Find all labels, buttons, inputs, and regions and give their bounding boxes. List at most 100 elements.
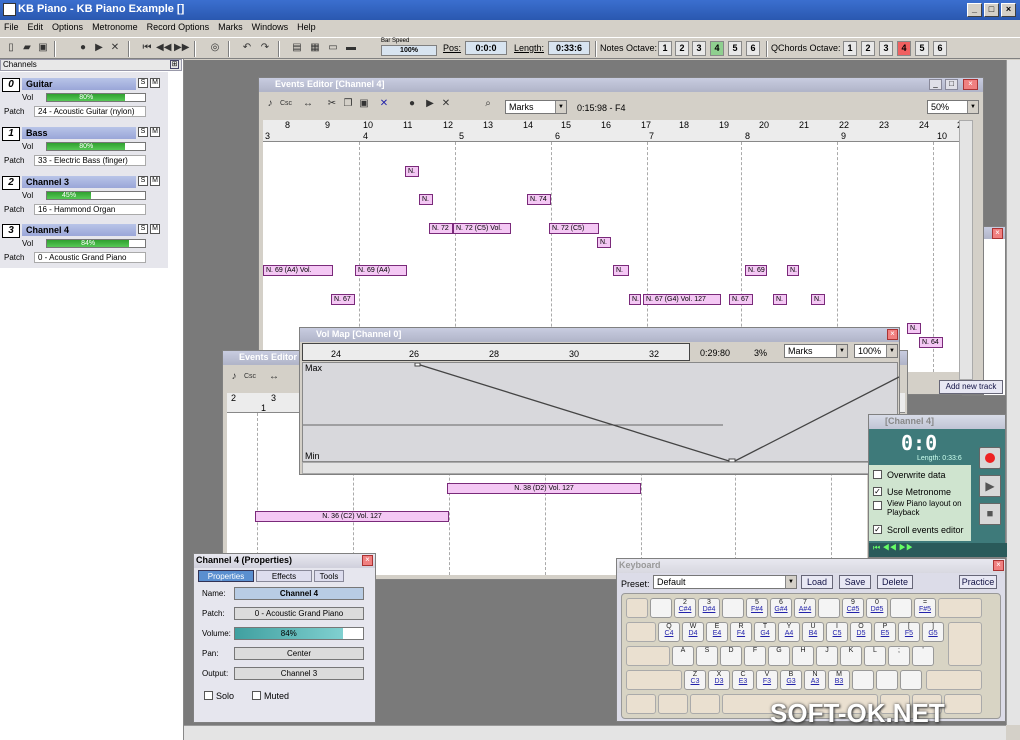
key-'[interactable]: ' xyxy=(912,646,934,666)
close-button[interactable]: × xyxy=(1001,3,1016,17)
stretch-icon[interactable]: ↔ xyxy=(267,370,281,384)
zoom-select[interactable]: 50% ▼ xyxy=(927,100,979,114)
key-blank[interactable] xyxy=(650,598,672,618)
menu-marks[interactable]: Marks xyxy=(214,20,248,32)
key-T[interactable]: T G4 xyxy=(754,622,776,642)
key-5[interactable]: 5 F#4 xyxy=(746,598,768,618)
note-event[interactable]: N. 72 (C5) Vol. xyxy=(453,223,511,234)
channel-3[interactable]: 3 Channel 4 SM Vol 84% Patch 0 - Acousti… xyxy=(2,222,166,268)
channel-name[interactable]: Channel 3 xyxy=(22,176,136,188)
note-event[interactable]: N. 67 xyxy=(729,294,753,305)
note-event[interactable]: N. xyxy=(613,265,629,276)
key-V[interactable]: V F3 xyxy=(756,670,778,690)
key-3[interactable]: 3 D#4 xyxy=(698,598,720,618)
key-alt[interactable] xyxy=(690,694,720,714)
output-field[interactable]: Channel 3 xyxy=(234,667,364,680)
key-O[interactable]: O D5 xyxy=(850,622,872,642)
back-window-close-icon[interactable]: × xyxy=(992,228,1003,239)
note-event[interactable]: N. 64 xyxy=(919,337,943,348)
keyboard-close-icon[interactable]: × xyxy=(993,560,1004,571)
vol-map-close-icon[interactable]: × xyxy=(887,329,898,340)
delete-button[interactable]: Delete xyxy=(877,575,913,589)
key-G[interactable]: G xyxy=(768,646,790,666)
channels-pin-icon[interactable]: ⊞ xyxy=(170,60,179,69)
key-J[interactable]: J xyxy=(816,646,838,666)
key-[[interactable]: [F5 xyxy=(898,622,920,642)
piano-layout-checkbox[interactable] xyxy=(873,501,882,510)
load-button[interactable]: Load xyxy=(801,575,833,589)
key-C[interactable]: C E3 xyxy=(732,670,754,690)
ee-ruler[interactable]: 8 9 10 11 12 13 14 15 16 17 18 19 20 21 … xyxy=(263,120,971,142)
add-new-track-button[interactable]: Add new track xyxy=(939,380,1003,394)
vol-map-graph[interactable]: Max Min xyxy=(302,362,899,463)
key-F[interactable]: F xyxy=(744,646,766,666)
vol-map-ruler[interactable]: 24 26 28 30 32 xyxy=(302,343,690,361)
bar-speed-value[interactable]: 100% xyxy=(381,45,437,56)
mute-toggle[interactable]: M xyxy=(150,78,160,88)
qchords-octave-2[interactable]: 2 xyxy=(861,41,875,56)
stretch-icon[interactable]: ↔ xyxy=(301,97,315,111)
ee-close-icon[interactable]: × xyxy=(963,79,978,90)
play-icon[interactable]: ▶ xyxy=(92,41,106,55)
menu-help[interactable]: Help xyxy=(293,20,321,32)
notes-octave-2[interactable]: 2 xyxy=(675,41,689,56)
new-file-icon[interactable]: ▯ xyxy=(4,41,18,55)
properties-close-icon[interactable]: × xyxy=(362,555,373,566)
key-E[interactable]: E E4 xyxy=(706,622,728,642)
note-event[interactable]: N. xyxy=(811,294,825,305)
key-0[interactable]: 0 D#5 xyxy=(866,598,888,618)
key-][interactable]: ] G5 xyxy=(922,622,944,642)
channel-2[interactable]: 2 Channel 3 SM Vol 45% Patch 16 - Hammon… xyxy=(2,174,166,220)
note-event[interactable]: N. 74 xyxy=(527,194,551,205)
note-event[interactable]: N. 67 (G4) Vol. 127 xyxy=(643,294,721,305)
recorder-transport[interactable]: ⏮ ◀◀ ▶▶ xyxy=(869,543,1007,557)
window-icon[interactable]: ▭ xyxy=(326,41,340,55)
qchords-octave-3[interactable]: 3 xyxy=(879,41,893,56)
stop-icon[interactable]: ✕ xyxy=(108,41,122,55)
menu-windows[interactable]: Windows xyxy=(248,20,294,32)
practice-button[interactable]: Practice xyxy=(959,575,997,589)
channel-1[interactable]: 1 Bass SM Vol 80% Patch 33 - Electric Ba… xyxy=(2,125,166,171)
notes-octave-5[interactable]: 5 xyxy=(728,41,742,56)
volume-bar[interactable]: 80% xyxy=(46,142,146,151)
copy-icon[interactable]: ❐ xyxy=(341,97,355,111)
key-A[interactable]: A xyxy=(672,646,694,666)
note-event[interactable]: N. 69 (A4) Vol. xyxy=(263,265,333,276)
name-field[interactable]: Channel 4 xyxy=(234,587,364,600)
qchords-octave-5[interactable]: 5 xyxy=(915,41,929,56)
key-P[interactable]: P E5 xyxy=(874,622,896,642)
mute-toggle[interactable]: M xyxy=(150,224,160,234)
key-M[interactable]: M B3 xyxy=(828,670,850,690)
chord-tool-icon[interactable]: Csc xyxy=(279,97,293,111)
chord-tool-icon[interactable]: Csc xyxy=(243,370,257,384)
key-7[interactable]: 7 A#4 xyxy=(794,598,816,618)
key-blank[interactable] xyxy=(818,598,840,618)
key-S[interactable]: S xyxy=(696,646,718,666)
solo-toggle[interactable]: S xyxy=(138,127,148,137)
key-ctrl[interactable] xyxy=(626,694,656,714)
metronome-checkbox[interactable]: ✓ xyxy=(873,487,882,496)
key-backspace[interactable] xyxy=(938,598,982,618)
tab-tools[interactable]: Tools xyxy=(314,570,344,582)
volume-bar[interactable]: 45% xyxy=(46,191,146,200)
note-tool-icon[interactable]: ♪ xyxy=(263,97,277,111)
patch-field[interactable]: 0 - Acoustic Grand Piano xyxy=(234,607,364,620)
key-blank[interactable] xyxy=(890,598,912,618)
channel-name[interactable]: Channel 4 xyxy=(22,224,136,236)
ee-maximize-icon[interactable]: □ xyxy=(945,79,958,90)
stop-button[interactable]: ■ xyxy=(979,503,1001,525)
key-U[interactable]: U B4 xyxy=(802,622,824,642)
marks-select[interactable]: Marks ▼ xyxy=(505,100,567,114)
key-N[interactable]: N A3 xyxy=(804,670,826,690)
key-K[interactable]: K xyxy=(840,646,862,666)
notes-octave-6[interactable]: 6 xyxy=(746,41,760,56)
open-folder-icon[interactable]: ▰ xyxy=(20,41,34,55)
key-win[interactable] xyxy=(658,694,688,714)
note-event[interactable]: N. 69 xyxy=(745,265,767,276)
menu-edit[interactable]: Edit xyxy=(24,20,49,32)
menu-metronome[interactable]: Metronome xyxy=(88,20,143,32)
key-Q[interactable]: Q C4 xyxy=(658,622,680,642)
cut-icon[interactable]: ✂ xyxy=(325,97,339,111)
menu-options[interactable]: Options xyxy=(48,20,88,32)
key-ctrl-right[interactable] xyxy=(944,694,982,714)
